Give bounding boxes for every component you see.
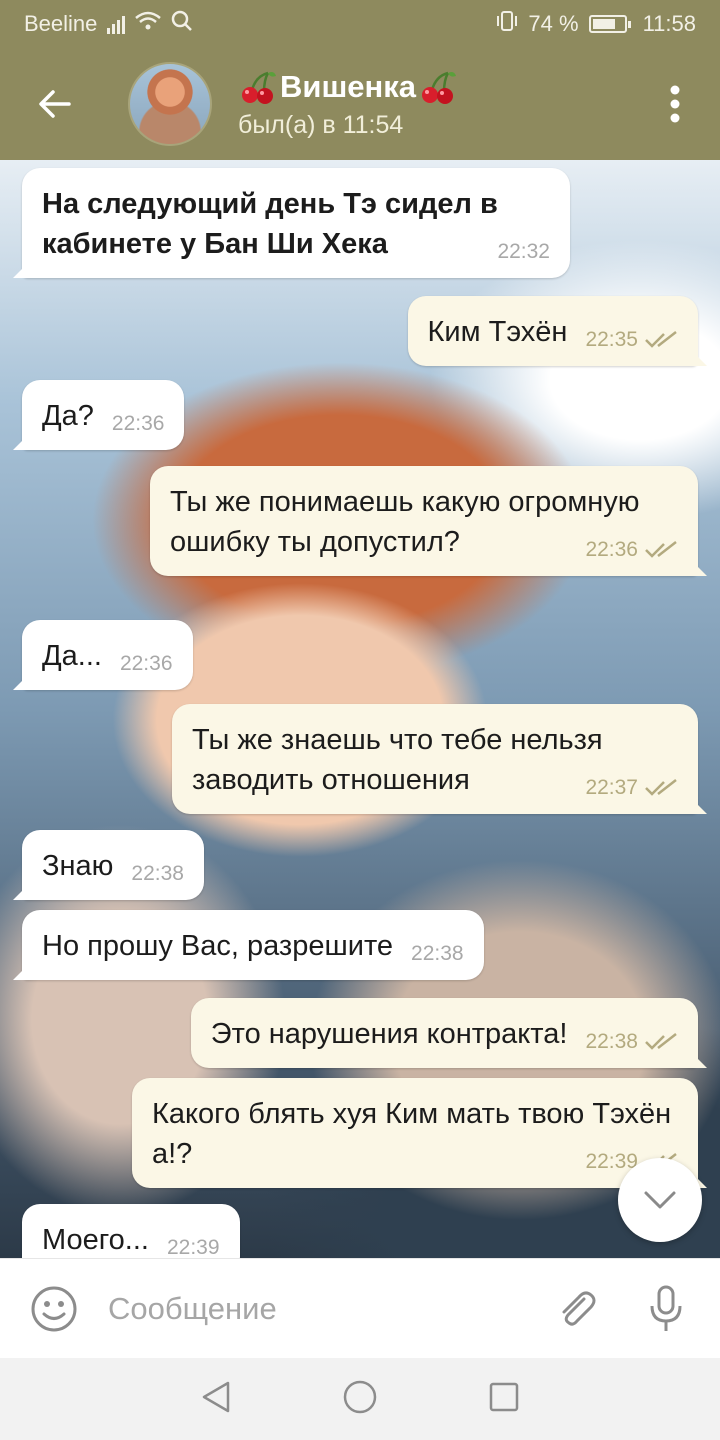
message-time: 22:36	[585, 538, 638, 561]
message-incoming[interactable]: Да... 22:36	[22, 620, 193, 690]
message-meta: 22:36	[585, 538, 678, 562]
square-recents-icon	[489, 1382, 519, 1411]
message-composer	[0, 1258, 720, 1358]
message-time: 22:38	[411, 942, 464, 965]
microphone-icon	[650, 1285, 682, 1331]
double-check-icon	[645, 541, 677, 558]
message-time: 22:37	[585, 776, 638, 799]
triangle-back-icon	[202, 1381, 230, 1412]
system-navigation-bar	[0, 1358, 720, 1440]
message-list[interactable]: На следующий день Тэ сидел в кабинете у …	[0, 160, 720, 1258]
smiley-icon	[31, 1286, 77, 1331]
nav-home-button[interactable]	[342, 1379, 378, 1420]
chat-title-block[interactable]: Вишенка был(а) в 11:54	[238, 69, 458, 140]
message-time: 22:35	[585, 328, 638, 351]
message-outgoing[interactable]: Какого блять хуя Ким мать твою Тэхён а!?…	[132, 1078, 698, 1188]
carrier-name: Beeline	[24, 11, 98, 36]
chevron-down-icon	[644, 1191, 676, 1209]
battery-percent: 74 %	[528, 11, 579, 36]
battery-fill	[592, 19, 615, 29]
message-incoming[interactable]: На следующий день Тэ сидел в кабинете у …	[22, 168, 570, 278]
nav-back-button[interactable]	[200, 1380, 232, 1419]
message-text: Знаю	[42, 850, 114, 882]
message-incoming[interactable]: Моего... 22:39	[22, 1204, 240, 1258]
message-incoming[interactable]: Знаю 22:38	[22, 830, 204, 900]
nav-recents-button[interactable]	[488, 1381, 520, 1418]
message-incoming[interactable]: Но прошу Вас, разрешите 22:38	[22, 910, 484, 980]
last-seen-status: был(а) в 11:54	[238, 110, 404, 139]
avatar[interactable]	[128, 62, 212, 146]
message-outgoing[interactable]: Это нарушения контракта! 22:38	[190, 998, 698, 1068]
cherry-icon	[422, 71, 457, 104]
status-bar: Beeline 74 % 11:58	[0, 0, 720, 48]
message-text: Ты же понимаешь какую огромную ошибку ты…	[170, 486, 640, 558]
chat-header: Вишенка был(а) в 11:54	[0, 48, 720, 160]
cherry-icon	[242, 71, 276, 104]
message-text: Моего...	[42, 1224, 149, 1256]
signal-icon	[107, 14, 126, 34]
back-button[interactable]	[0, 48, 110, 160]
message-time: 22:36	[111, 412, 165, 435]
emoji-button[interactable]	[26, 1281, 82, 1337]
more-vert-icon	[670, 85, 680, 123]
vibrate-icon	[496, 10, 518, 38]
double-check-icon	[645, 1033, 677, 1050]
double-check-icon	[645, 779, 677, 796]
scroll-to-bottom-button[interactable]	[618, 1158, 702, 1242]
chat-title: Вишенка	[238, 69, 458, 105]
message-time: 22:38	[585, 1030, 638, 1053]
message-input[interactable]	[108, 1290, 548, 1327]
clock: 11:58	[642, 11, 696, 36]
wifi-icon	[135, 11, 162, 37]
message-outgoing[interactable]: Ты же знаешь что тебе нельзя заводить от…	[172, 704, 698, 814]
more-menu-button[interactable]	[630, 48, 720, 160]
contact-name: Вишенка	[280, 68, 417, 104]
battery-icon	[588, 15, 631, 33]
message-time: 22:32	[497, 240, 550, 263]
message-incoming[interactable]: Да? 22:36	[22, 380, 185, 450]
message-text: Да?	[42, 400, 94, 432]
message-text: Да...	[42, 640, 102, 672]
attach-button[interactable]	[548, 1281, 604, 1337]
voice-record-button[interactable]	[638, 1281, 694, 1337]
message-time: 22:36	[119, 652, 173, 675]
message-text: Это нарушения контракта!	[210, 1018, 568, 1050]
arrow-left-icon	[39, 90, 71, 118]
message-outgoing[interactable]: Ким Тэхён 22:35	[407, 296, 698, 366]
message-text: Ты же знаешь что тебе нельзя заводить от…	[192, 724, 603, 796]
message-text: Ким Тэхён	[427, 316, 568, 348]
message-text: На следующий день Тэ сидел в кабинете у …	[42, 188, 498, 260]
circle-home-icon	[343, 1380, 377, 1413]
search-icon	[171, 10, 193, 38]
paperclip-icon	[562, 1290, 596, 1326]
message-meta: 22:35	[585, 328, 678, 352]
double-check-icon	[645, 331, 677, 348]
message-text: Но прошу Вас, разрешите	[42, 930, 394, 962]
message-time: 22:38	[131, 862, 184, 885]
message-meta: 22:37	[585, 776, 678, 800]
message-outgoing[interactable]: Ты же понимаешь какую огромную ошибку ты…	[150, 466, 698, 576]
message-time: 22:39	[166, 1236, 220, 1258]
message-meta: 22:38	[585, 1030, 678, 1054]
